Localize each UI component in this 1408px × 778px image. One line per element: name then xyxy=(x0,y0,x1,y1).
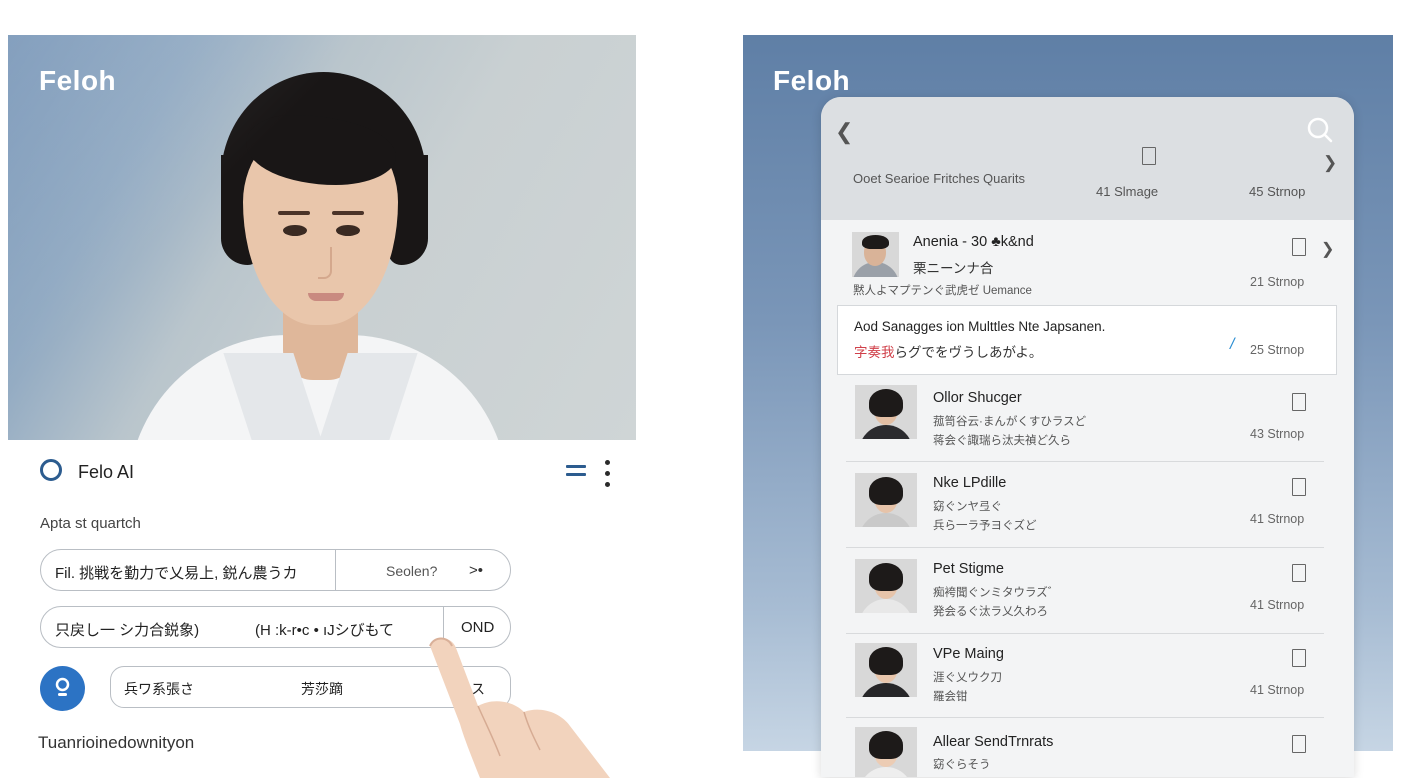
header-stat: 45 Strnop xyxy=(1249,184,1306,199)
bookmark-icon[interactable] xyxy=(1292,238,1306,256)
item-subtitle: 窈ぐらそう xyxy=(933,759,991,771)
list-item[interactable]: Anenia - 30 ♣k&nd 栗ニーンナ合 黙人よマプテンぐ武虎ゼ Uem… xyxy=(821,220,1354,306)
chevron-right-icon[interactable]: ❯ xyxy=(1323,153,1337,173)
hero-image: Feloh xyxy=(8,35,636,440)
ring-icon xyxy=(40,459,62,481)
query-text-2b: (H :k-r•c • ıJシびもて xyxy=(255,622,395,639)
avatar xyxy=(855,559,917,613)
list-item[interactable]: Ollor Shucger 菰笥谷云·まんがくすひラスど 蒋会ぐ諏瑞ら汰夫禎ど久… xyxy=(821,377,1354,462)
avatar xyxy=(855,643,917,697)
bookmark-icon[interactable] xyxy=(1292,564,1306,582)
bookmark-icon[interactable] xyxy=(1292,478,1306,496)
pointing-hand-image xyxy=(429,637,610,778)
item-name: Pet Stigme xyxy=(933,561,1004,577)
list-item[interactable]: Allear SendTrnrats 窈ぐらそう xyxy=(821,718,1354,777)
app-name: Felo AI xyxy=(78,462,135,482)
item-detail: 黙人よマプテンぐ武虎ゼ Uemance xyxy=(853,285,1032,297)
pin-icon xyxy=(55,677,70,696)
back-icon[interactable]: ❮ xyxy=(835,119,853,145)
item-name: Nke LPdille xyxy=(933,475,1007,491)
avatar xyxy=(855,385,917,439)
search-icon[interactable] xyxy=(1307,117,1333,143)
section-label: Apta st quartch xyxy=(40,515,141,532)
bookmark-icon[interactable] xyxy=(1142,147,1156,165)
edit-icon[interactable]: / xyxy=(1230,336,1234,354)
query-text-3b: 芳莎蹢 xyxy=(301,681,343,697)
list-item[interactable]: VPe Maing 涯ぐ乂ウク刀 羅会钳 41 Strnop xyxy=(821,634,1354,718)
item-name: VPe Maing xyxy=(933,646,1004,662)
avatar xyxy=(855,727,917,777)
screen-title: Ooet Searioe Fritches Quarits xyxy=(853,171,1025,186)
list-item[interactable]: Pet Stigme 痴袴聞ぐンミタウラズ゛ 発会るぐ汰ラ乂久わろ 41 Str… xyxy=(821,548,1354,634)
footer-label: Tuanrioinedownityon xyxy=(38,733,195,752)
avatar xyxy=(852,232,899,277)
select-dropdown[interactable]: Seolen? xyxy=(386,563,437,579)
chevron-right-icon[interactable]: ❯ xyxy=(1321,239,1334,259)
item-detail: 兵ら一ラ予ヨぐズど xyxy=(933,520,1037,532)
field-divider xyxy=(335,550,336,590)
item-name: Ollor Shucger xyxy=(933,390,1022,406)
card-subtitle-rest: らグでをヴうしあがよ。 xyxy=(894,345,1043,360)
screen-header: ❮ ❯ Ooet Searioe Fritches Quarits 41 Slm… xyxy=(821,97,1354,220)
query-text-1: Fil. 挑戦を勤力で乂易上, 鋭ん農うカ xyxy=(55,565,298,582)
brand-logo-text: Feloh xyxy=(39,65,117,96)
item-stat: 21 Strnop xyxy=(1250,275,1305,289)
query-text-3a: 兵ワ系張さ xyxy=(124,681,194,697)
item-stat: 41 Strnop xyxy=(1250,683,1305,697)
item-name: Allear SendTrnrats xyxy=(933,734,1054,750)
send-arrow-icon[interactable]: >• xyxy=(469,562,483,579)
card-stat: 25 Strnop xyxy=(1250,343,1305,357)
location-button[interactable] xyxy=(40,666,85,711)
bookmark-icon[interactable] xyxy=(1292,735,1306,753)
list-item[interactable]: Nke LPdille 窈ぐンヤ弖ぐ 兵ら一ラ予ヨぐズど 41 Strnop xyxy=(821,462,1354,548)
menu-icon[interactable] xyxy=(566,465,586,479)
item-stat: 43 Strnop xyxy=(1250,427,1305,441)
message-card[interactable]: Aod Sanagges ion Multtles Nte Japsanen. … xyxy=(837,305,1337,375)
item-name: Anenia - 30 ♣k&nd xyxy=(913,234,1034,250)
item-subtitle: 栗ニーンナ合 xyxy=(913,261,994,276)
item-detail: 蒋会ぐ諏瑞ら汰夫禎ど久ら xyxy=(933,435,1071,447)
app-header: Felo AI xyxy=(40,457,620,489)
query-field-1[interactable]: Fil. 挑戦を勤力で乂易上, 鋭ん農うカ Seolen? >• xyxy=(40,549,511,591)
item-subtitle: 菰笥谷云·まんがくすひラスど xyxy=(933,416,1087,428)
highlighted-text: 字奏我 xyxy=(854,345,895,360)
bookmark-icon[interactable] xyxy=(1292,393,1306,411)
card-title: Aod Sanagges ion Multtles Nte Japsanen. xyxy=(854,319,1106,334)
item-stat: 41 Strnop xyxy=(1250,512,1305,526)
header-stat: 41 Slmage xyxy=(1096,184,1159,199)
item-stat: 41 Strnop xyxy=(1250,598,1305,612)
item-detail: 羅会钳 xyxy=(933,691,968,703)
item-subtitle: 痴袴聞ぐンミタウラズ゛ xyxy=(933,587,1060,599)
bookmark-icon[interactable] xyxy=(1292,649,1306,667)
query-text-2: 只戻し一 シ力合鋭象) xyxy=(55,622,200,639)
avatar xyxy=(855,473,917,527)
card-subtitle: 字奏我らグでをヴうしあがよ。 xyxy=(854,341,1042,361)
phone-screen: ❮ ❯ Ooet Searioe Fritches Quarits 41 Slm… xyxy=(821,97,1354,777)
item-detail: 発会るぐ汰ラ乂久わろ xyxy=(933,606,1048,618)
item-subtitle: 涯ぐ乂ウク刀 xyxy=(933,672,1002,684)
brand-logo-text: Feloh xyxy=(773,65,851,96)
kebab-icon[interactable] xyxy=(603,460,611,488)
item-subtitle: 窈ぐンヤ弖ぐ xyxy=(933,501,1002,513)
